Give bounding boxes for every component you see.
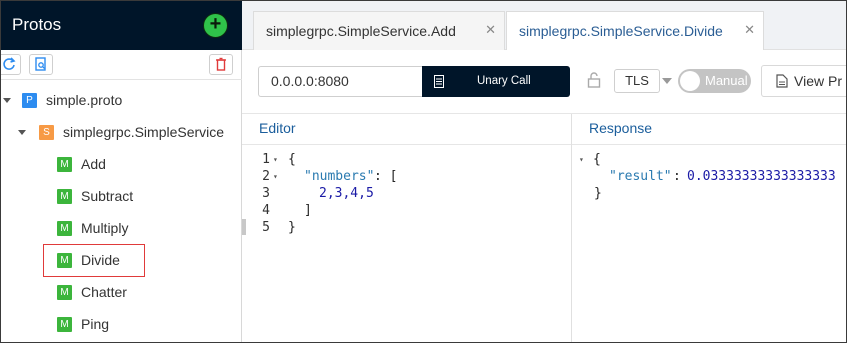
toggle-knob	[680, 71, 700, 91]
code-line: : [	[374, 169, 398, 184]
tab-bar: simplegrpc.SimpleService.Add ✕ simplegrp…	[242, 1, 846, 50]
code-line: {	[593, 152, 601, 167]
code-line: }	[288, 220, 296, 235]
sidebar-title: Protos	[12, 15, 62, 34]
method-label: Subtract	[81, 188, 134, 204]
tree-item-method-subtract[interactable]: M Subtract	[57, 184, 133, 208]
method-badge: M	[57, 316, 72, 332]
panel-divider[interactable]	[571, 114, 572, 342]
sidebar-header: Protos +	[1, 1, 242, 50]
json-key: "result"	[609, 169, 672, 184]
result-value: 0.03333333333333333	[687, 169, 836, 184]
file-icon	[776, 74, 788, 88]
json-key: "numbers"	[304, 169, 375, 184]
view-proto-label: View Pr	[794, 73, 842, 89]
tree-item-proto-file[interactable]: P simple.proto	[22, 88, 122, 112]
tree-item-method-multiply[interactable]: M Multiply	[57, 216, 128, 240]
tls-dropdown-icon[interactable]	[662, 78, 672, 84]
tree-item-method-add[interactable]: M Add	[57, 152, 106, 176]
method-label: Ping	[81, 316, 110, 332]
view-proto-button[interactable]: View Pr	[761, 65, 846, 97]
line-number: 4	[262, 203, 270, 218]
service-label: simplegrpc.SimpleService	[63, 124, 225, 140]
tab-add[interactable]: simplegrpc.SimpleService.Add ✕	[253, 11, 505, 50]
code-line: 2,3,4,5	[319, 186, 374, 201]
close-tab-icon[interactable]: ✕	[485, 22, 496, 38]
line-number: 3	[262, 186, 270, 201]
method-label: Multiply	[81, 220, 129, 236]
fold-icon[interactable]: ▾	[579, 155, 584, 164]
collapse-service-icon[interactable]	[18, 130, 26, 135]
manual-toggle[interactable]: Manual	[678, 69, 751, 93]
sidebar-toolbar	[1, 50, 242, 80]
tls-button[interactable]: TLS	[614, 69, 660, 93]
unary-call-button[interactable]: Unary Call	[422, 66, 570, 97]
main-panel: simplegrpc.SimpleService.Add ✕ simplegrp…	[242, 1, 846, 342]
add-proto-button[interactable]: +	[203, 13, 228, 38]
import-button[interactable]	[29, 54, 53, 75]
unlock-icon	[587, 72, 601, 88]
response-heading: Response	[572, 114, 846, 145]
proto-file-label: simple.proto	[46, 92, 123, 108]
method-badge: M	[57, 188, 72, 204]
method-label: Add	[81, 156, 106, 172]
file-search-icon	[35, 57, 46, 71]
collapse-proto-icon[interactable]	[3, 98, 11, 103]
close-tab-icon[interactable]: ✕	[744, 22, 755, 38]
tree-item-method-chatter[interactable]: M Chatter	[57, 280, 127, 304]
method-badge: M	[57, 220, 72, 236]
tree-item-method-ping[interactable]: M Ping	[57, 312, 109, 336]
delete-button[interactable]	[209, 54, 233, 75]
line-number: 5	[262, 220, 270, 235]
request-bar: 0.0.0.0:8080 Unary Call TLS Manual View …	[242, 50, 846, 113]
reload-icon	[3, 57, 16, 70]
tab-divide[interactable]: simplegrpc.SimpleService.Divide ✕	[506, 11, 764, 50]
trash-icon	[216, 57, 226, 71]
reload-button[interactable]	[1, 54, 21, 75]
method-badge: M	[57, 284, 72, 300]
tab-label: simplegrpc.SimpleService.Add	[266, 23, 456, 39]
tree-item-service[interactable]: S simplegrpc.SimpleService	[39, 120, 224, 144]
service-badge: S	[39, 124, 54, 140]
server-icon	[434, 75, 444, 88]
fold-icon[interactable]: ▾	[273, 172, 278, 181]
toggle-label: Manual	[705, 73, 748, 88]
server-address-input[interactable]: 0.0.0.0:8080	[258, 66, 422, 97]
code-line: ]	[304, 203, 312, 218]
code-colon: :	[673, 169, 681, 184]
tab-label: simplegrpc.SimpleService.Divide	[519, 23, 723, 39]
selected-method-highlight	[43, 244, 145, 277]
resize-handle[interactable]	[242, 219, 246, 235]
editor-response-panels: Editor 1 ▾ { 2 ▾ "numbers" : [ 3 2,3,4,5…	[242, 113, 846, 342]
method-label: Chatter	[81, 284, 127, 300]
app-window: Protos + P simple.proto S simplegrpc.Sim…	[0, 0, 847, 343]
protos-sidebar: Protos + P simple.proto S simplegrpc.Sim…	[1, 1, 242, 342]
plus-icon: +	[209, 13, 222, 35]
editor-heading: Editor	[242, 114, 571, 145]
method-badge: M	[57, 156, 72, 172]
line-number: 2	[262, 169, 270, 184]
code-line: }	[594, 186, 602, 201]
code-line: {	[288, 152, 296, 167]
line-number: 1	[262, 152, 270, 167]
unary-call-label: Unary Call	[477, 75, 531, 87]
proto-file-badge: P	[22, 92, 37, 108]
fold-icon[interactable]: ▾	[273, 155, 278, 164]
